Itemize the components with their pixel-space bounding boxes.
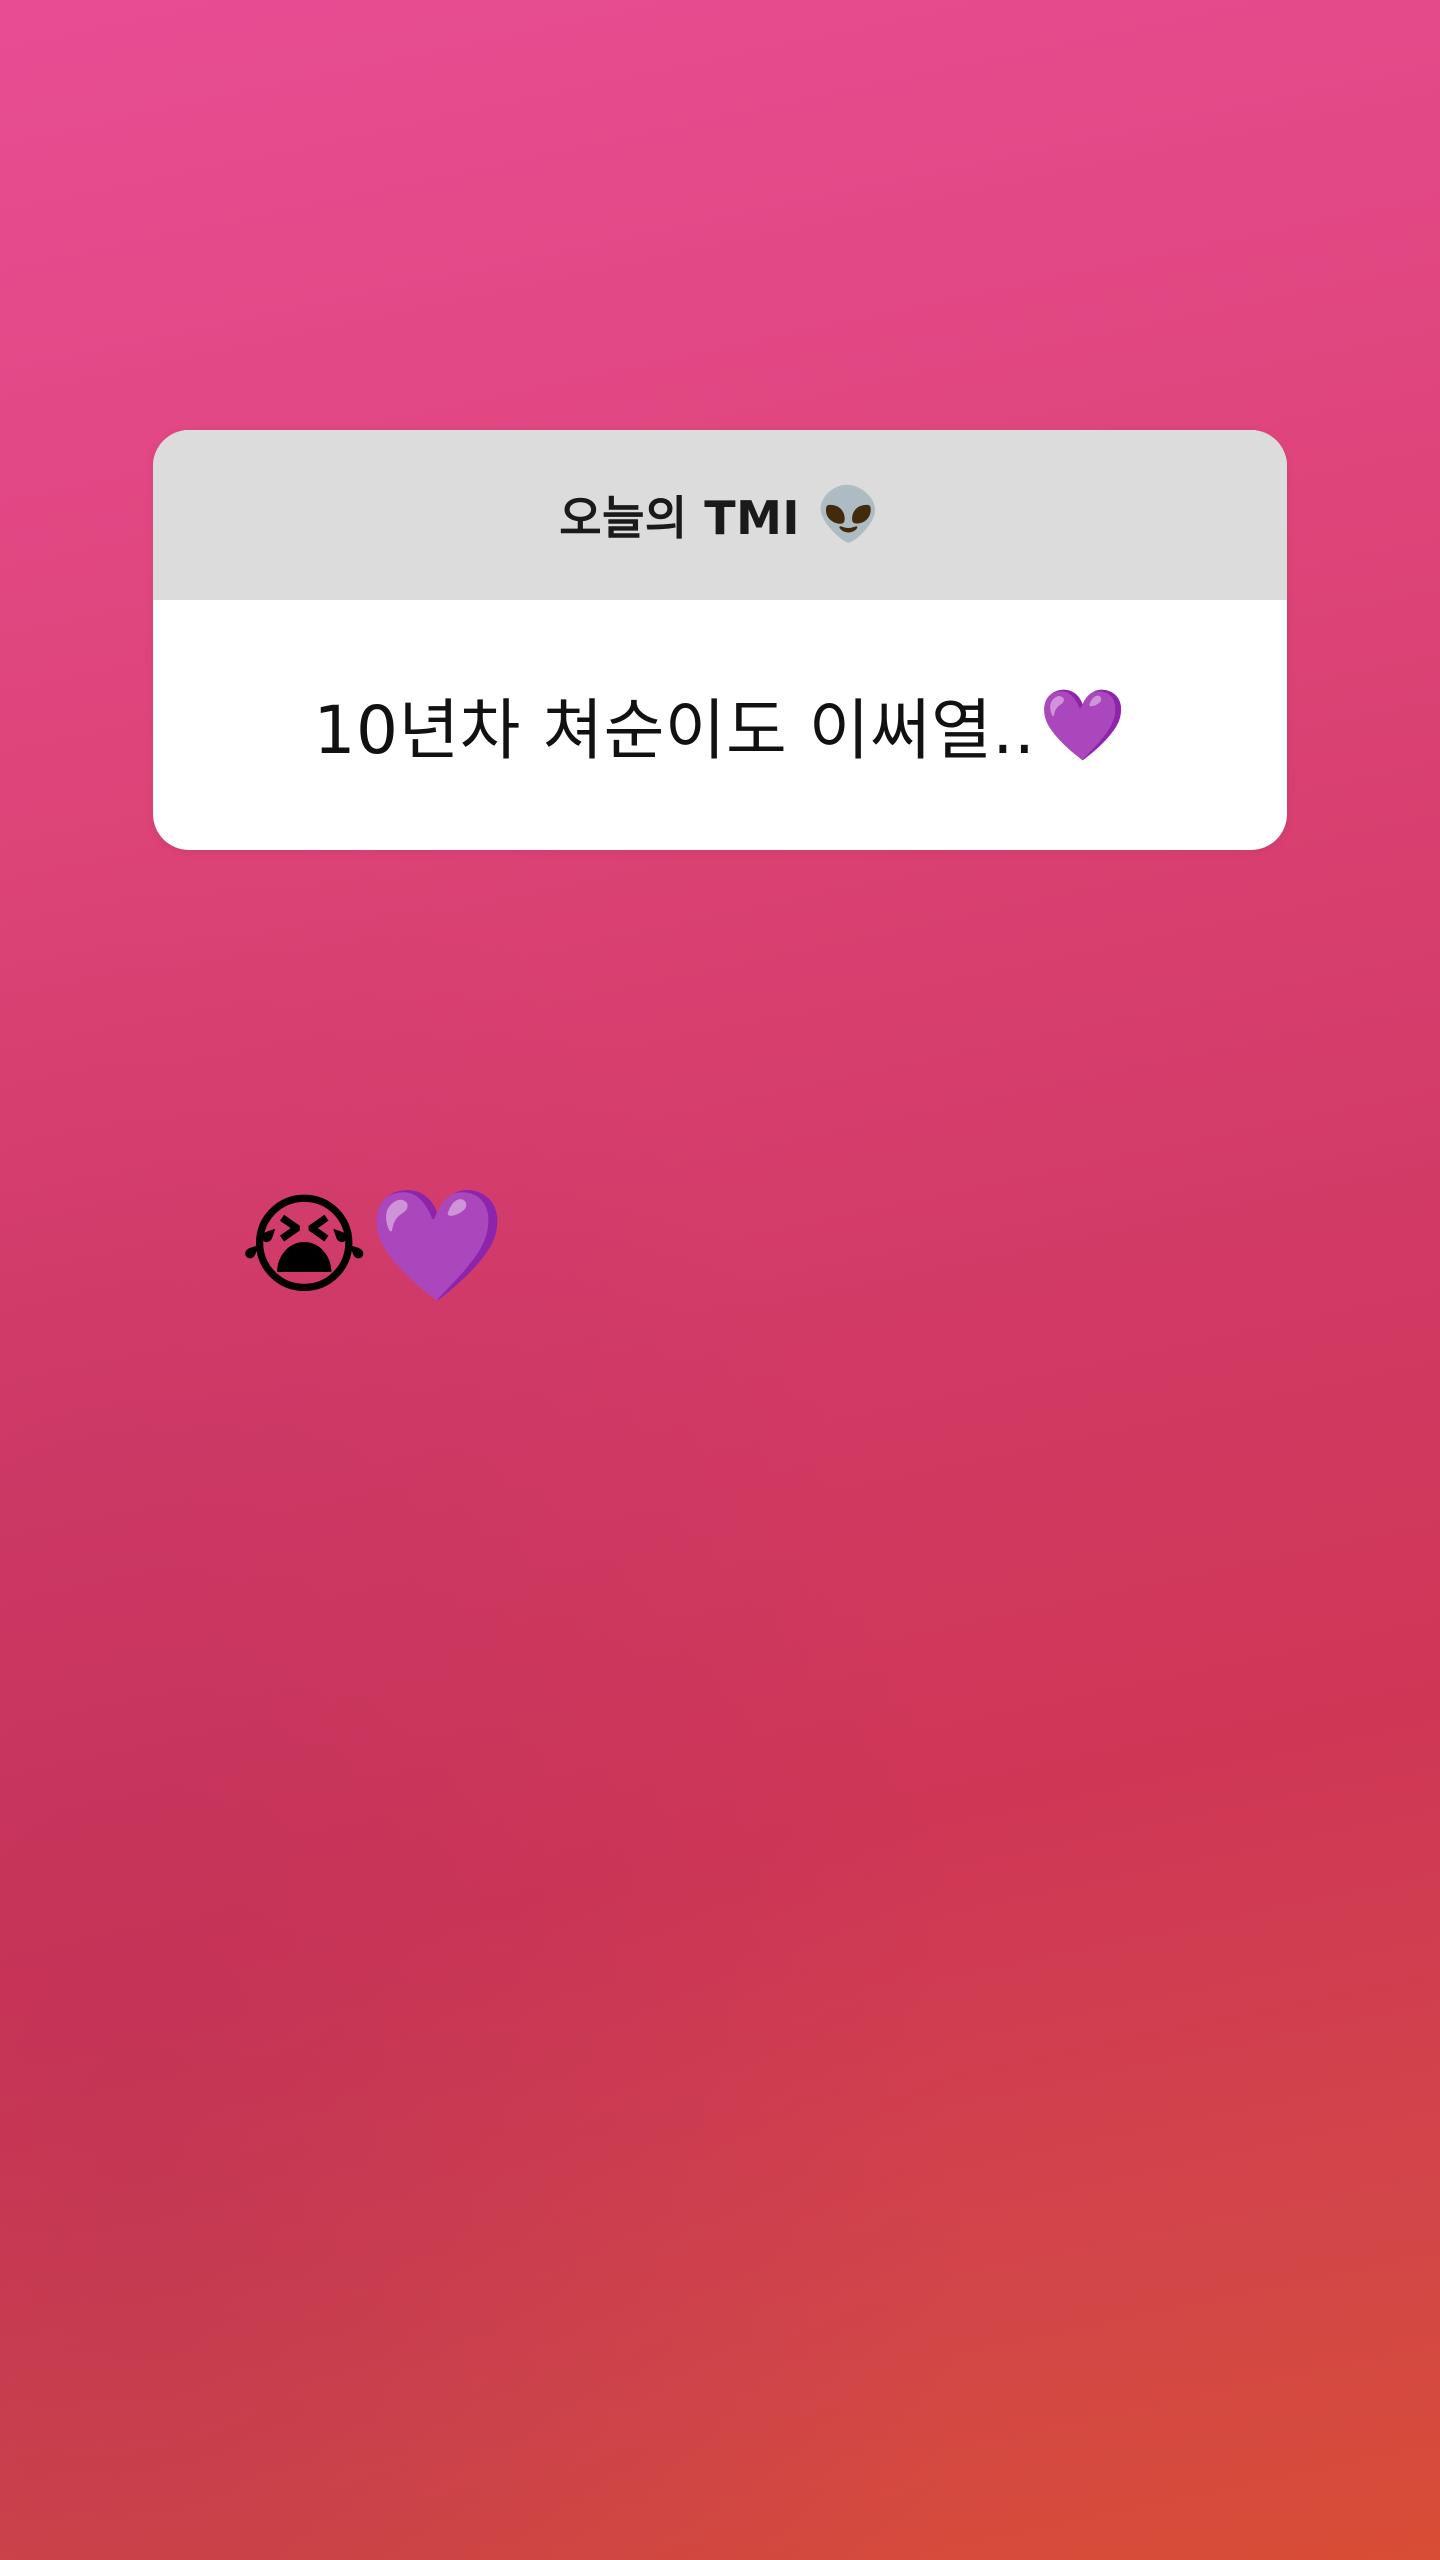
purple-heart-icon: 💜 <box>1039 684 1127 766</box>
question-sticker-answer: 10년차 쳐순이도 이써열.. <box>313 692 1036 769</box>
story-canvas: 오늘의 TMI 👽 10년차 쳐순이도 이써열.. 💜 😭💜 <box>0 0 1440 2560</box>
alien-face-icon: 👽 <box>816 485 881 545</box>
question-sticker-header: 오늘의 TMI 👽 <box>153 430 1287 600</box>
story-caption-emojis[interactable]: 😭💜 <box>240 1190 506 1300</box>
question-sticker-title: 오늘의 TMI <box>559 491 800 545</box>
question-sticker-answer-area: 10년차 쳐순이도 이써열.. 💜 <box>153 600 1287 850</box>
question-sticker[interactable]: 오늘의 TMI 👽 10년차 쳐순이도 이써열.. 💜 <box>153 430 1287 850</box>
